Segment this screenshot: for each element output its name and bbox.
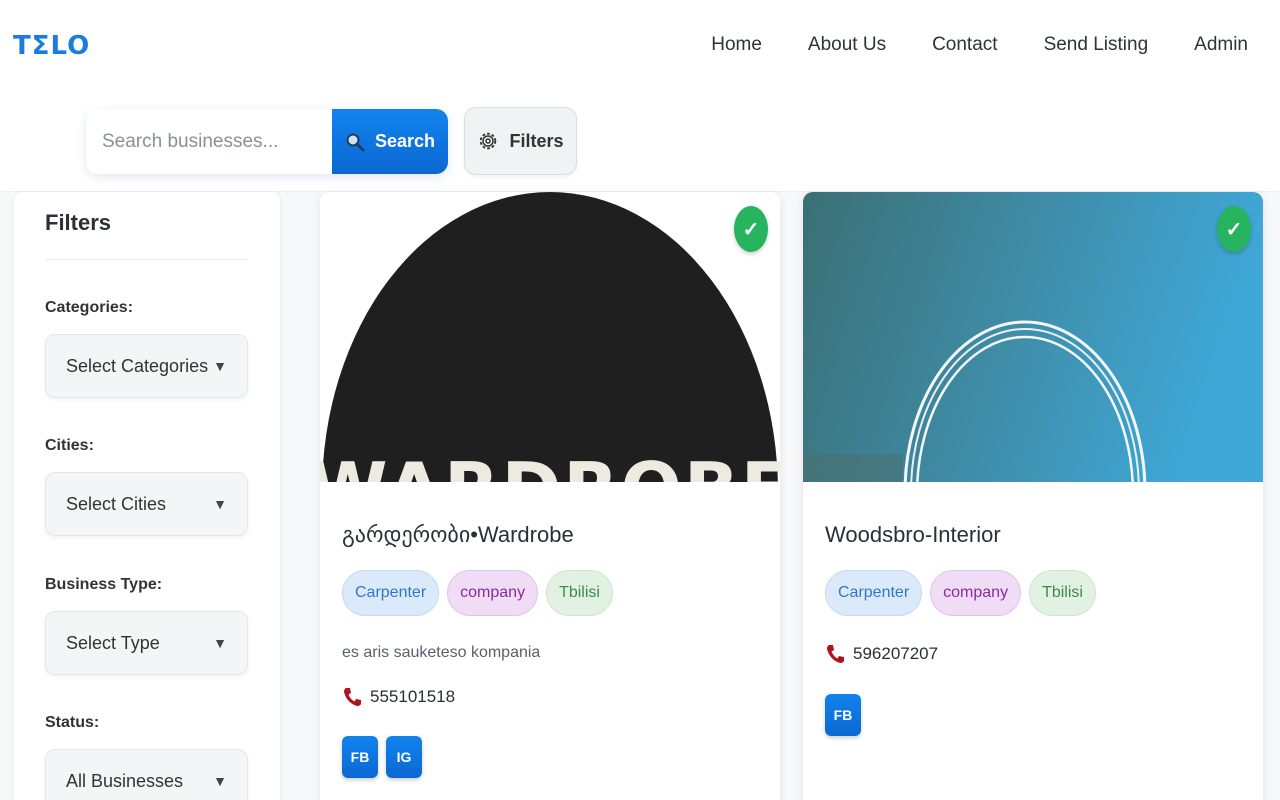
- site-logo[interactable]: TΣLO: [13, 31, 90, 61]
- verified-badge: ✓: [1217, 206, 1251, 252]
- status-label: Status:: [45, 714, 100, 731]
- business-type-select[interactable]: Select Type ▼: [45, 611, 248, 675]
- listing-phone[interactable]: 555101518: [342, 686, 455, 708]
- search-bar-row: Search Filters: [0, 96, 1280, 192]
- verified-badge: ✓: [734, 206, 768, 252]
- search-input[interactable]: [86, 109, 332, 174]
- facebook-button[interactable]: FB: [342, 736, 378, 778]
- listing-tags: Carpenter company Tbilisi: [342, 570, 613, 616]
- status-select-value: All Businesses: [66, 770, 184, 791]
- cities-label: Cities:: [45, 437, 94, 454]
- listing-description: es aris sauketeso kompania: [342, 644, 541, 661]
- tag-city: Tbilisi: [1029, 570, 1096, 616]
- listing-title[interactable]: გარდერობი•Wardrobe: [342, 522, 574, 548]
- chevron-down-icon: ▼: [213, 358, 227, 374]
- instagram-button[interactable]: IG: [386, 736, 422, 778]
- sidebar-title: Filters: [45, 210, 112, 235]
- listing-phone-number: 596207207: [853, 644, 939, 663]
- chevron-down-icon: ▼: [213, 773, 227, 789]
- categories-select[interactable]: Select Categories ▼: [45, 334, 248, 398]
- filters-toggle-label: Filters: [509, 130, 564, 151]
- listing-title[interactable]: Woodsbro-Interior: [825, 522, 1001, 548]
- gear-icon: [480, 132, 497, 150]
- sidebar-divider: [45, 259, 248, 260]
- listing-card[interactable]: WARDROBE ✓ გარდერობი•Wardrobe Carpenter …: [320, 192, 780, 800]
- main-nav: Home About Us Contact Send Listing Admin: [711, 34, 1248, 56]
- cities-select-value: Select Cities: [66, 493, 167, 514]
- magnifier-icon: [346, 133, 365, 151]
- tag-category: Carpenter: [825, 570, 923, 616]
- wardrobe-logo-image: WARDROBE: [320, 192, 780, 482]
- listing-socials: FB: [825, 694, 861, 736]
- phone-icon: [827, 645, 844, 663]
- woodsbro-logo-image: [803, 192, 1263, 482]
- listing-image-woodsbro[interactable]: ✓: [803, 192, 1263, 482]
- search-button-label: Search: [374, 131, 436, 151]
- listing-socials: FB IG: [342, 736, 422, 778]
- tag-city: Tbilisi: [546, 570, 613, 616]
- tag-type: company: [930, 570, 1022, 616]
- tag-type: company: [447, 570, 539, 616]
- chevron-down-icon: ▼: [213, 635, 227, 651]
- listing-phone[interactable]: 596207207: [825, 643, 938, 665]
- nav-admin[interactable]: Admin: [1194, 34, 1248, 56]
- phone-icon: [344, 688, 361, 706]
- categories-label: Categories:: [45, 299, 134, 316]
- filters-sidebar: Filters Categories: Select Categories ▼ …: [14, 192, 280, 800]
- nav-send-listing[interactable]: Send Listing: [1044, 34, 1149, 56]
- business-type-select-value: Select Type: [66, 632, 160, 653]
- nav-about-us[interactable]: About Us: [808, 34, 886, 56]
- chevron-down-icon: ▼: [213, 496, 227, 512]
- nav-contact[interactable]: Contact: [932, 34, 997, 56]
- wardrobe-logo-text: WARDROBE: [320, 447, 780, 482]
- categories-select-value: Select Categories: [66, 355, 209, 376]
- nav-home[interactable]: Home: [711, 34, 762, 56]
- tag-category: Carpenter: [342, 570, 440, 616]
- top-header: TΣLO Home About Us Contact Send Listing …: [0, 0, 1280, 96]
- listing-card[interactable]: ✓ Woodsbro-Interior Carpenter company Tb…: [803, 192, 1263, 800]
- search-button[interactable]: Search: [332, 109, 448, 174]
- business-type-label: Business Type:: [45, 576, 163, 593]
- listing-tags: Carpenter company Tbilisi: [825, 570, 1096, 616]
- listing-phone-number: 555101518: [370, 687, 456, 706]
- listing-image-wardrobe[interactable]: WARDROBE ✓: [320, 192, 780, 482]
- search-box: Search: [86, 109, 448, 174]
- status-select[interactable]: All Businesses ▼: [45, 749, 248, 800]
- facebook-button[interactable]: FB: [825, 694, 861, 736]
- cities-select[interactable]: Select Cities ▼: [45, 472, 248, 536]
- filters-toggle-button[interactable]: Filters: [464, 107, 577, 175]
